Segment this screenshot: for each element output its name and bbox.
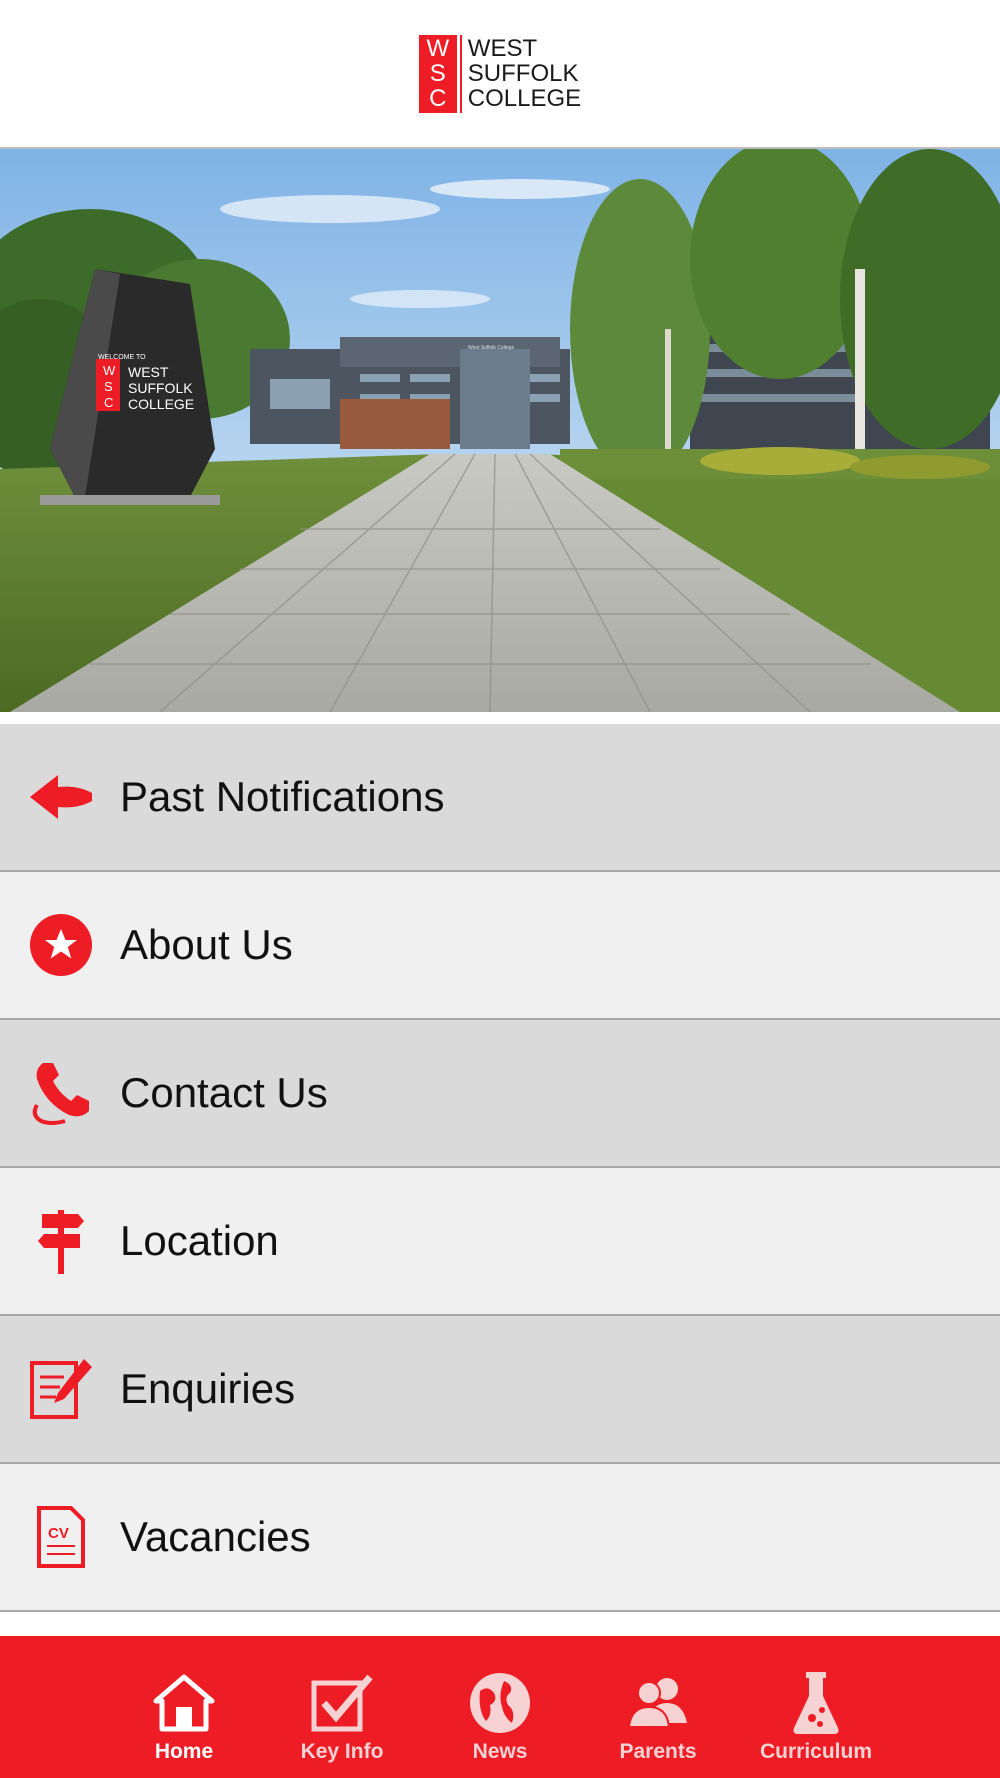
tab-label: Home <box>154 1740 214 1763</box>
tab-label: Curriculum <box>759 1740 872 1763</box>
tab-label: Key Info <box>300 1740 384 1763</box>
phone-icon <box>26 1058 96 1128</box>
menu-item-contact-us[interactable]: Contact Us <box>0 1020 1000 1168</box>
tab-news[interactable]: News <box>421 1636 579 1778</box>
logo-line: WEST <box>467 35 538 62</box>
campus-hero-image: WELCOME TO W S C WEST SUFFOLK COLLEGE We… <box>0 149 1000 712</box>
arrow-left-icon <box>26 762 96 832</box>
home-icon <box>151 1670 217 1736</box>
main-menu: Past Notifications About Us Contact Us L… <box>0 724 1000 1612</box>
app-header: W S C WEST SUFFOLK COLLEGE <box>0 0 1000 149</box>
logo-letter-box: W S C <box>418 34 457 113</box>
menu-item-past-notifications[interactable]: Past Notifications <box>0 724 1000 872</box>
menu-item-vacancies[interactable]: CV Vacancies <box>0 1464 1000 1612</box>
logo-line: COLLEGE <box>467 85 582 112</box>
signpost-icon <box>26 1206 96 1276</box>
tab-parents[interactable]: Parents <box>579 1636 737 1778</box>
globe-icon <box>467 1670 533 1736</box>
menu-item-label: About Us <box>120 921 293 968</box>
sign-welcome: WELCOME TO <box>98 354 146 361</box>
people-icon <box>625 1670 691 1736</box>
sign-letter: W <box>103 363 116 378</box>
flask-icon <box>783 1670 849 1736</box>
menu-item-label: Location <box>120 1217 279 1264</box>
star-circle-icon <box>26 910 96 980</box>
logo-letter: C <box>429 85 447 112</box>
sign-line: COLLEGE <box>128 396 194 412</box>
menu-item-about-us[interactable]: About Us <box>0 872 1000 1020</box>
bottom-tab-bar: Home Key Info News Parents Curriculum <box>0 1636 1000 1778</box>
tab-label: News <box>472 1740 528 1763</box>
sign-letter: S <box>104 379 113 394</box>
logo-letter: S <box>429 60 446 87</box>
menu-item-location[interactable]: Location <box>0 1168 1000 1316</box>
building-sign: West Suffolk College <box>468 345 514 351</box>
menu-item-label: Contact Us <box>120 1069 328 1116</box>
tab-key-info[interactable]: Key Info <box>263 1636 421 1778</box>
svg-text:CV: CV <box>48 1525 69 1542</box>
cv-document-icon: CV <box>26 1502 96 1572</box>
campus-photo: WELCOME TO W S C WEST SUFFOLK COLLEGE We… <box>0 149 1000 712</box>
sign-line: WEST <box>128 364 169 380</box>
menu-item-label: Past Notifications <box>120 773 445 820</box>
logo-line: SUFFOLK <box>467 60 579 87</box>
menu-item-label: Enquiries <box>120 1365 296 1412</box>
logo-divider <box>459 34 462 113</box>
college-logo: W S C WEST SUFFOLK COLLEGE <box>418 34 581 113</box>
menu-item-enquiries[interactable]: Enquiries <box>0 1316 1000 1464</box>
form-pencil-icon <box>26 1354 96 1424</box>
logo-letter: W <box>426 35 450 62</box>
sign-line: SUFFOLK <box>128 380 193 396</box>
menu-item-label: Vacancies <box>120 1513 311 1560</box>
sign-letter: C <box>104 395 113 410</box>
checkbox-icon <box>309 1670 375 1736</box>
tab-home[interactable]: Home <box>105 1636 263 1778</box>
logo-wordmark: WEST SUFFOLK COLLEGE <box>468 36 581 111</box>
tab-label: Parents <box>619 1740 697 1763</box>
tab-curriculum[interactable]: Curriculum <box>737 1636 895 1778</box>
